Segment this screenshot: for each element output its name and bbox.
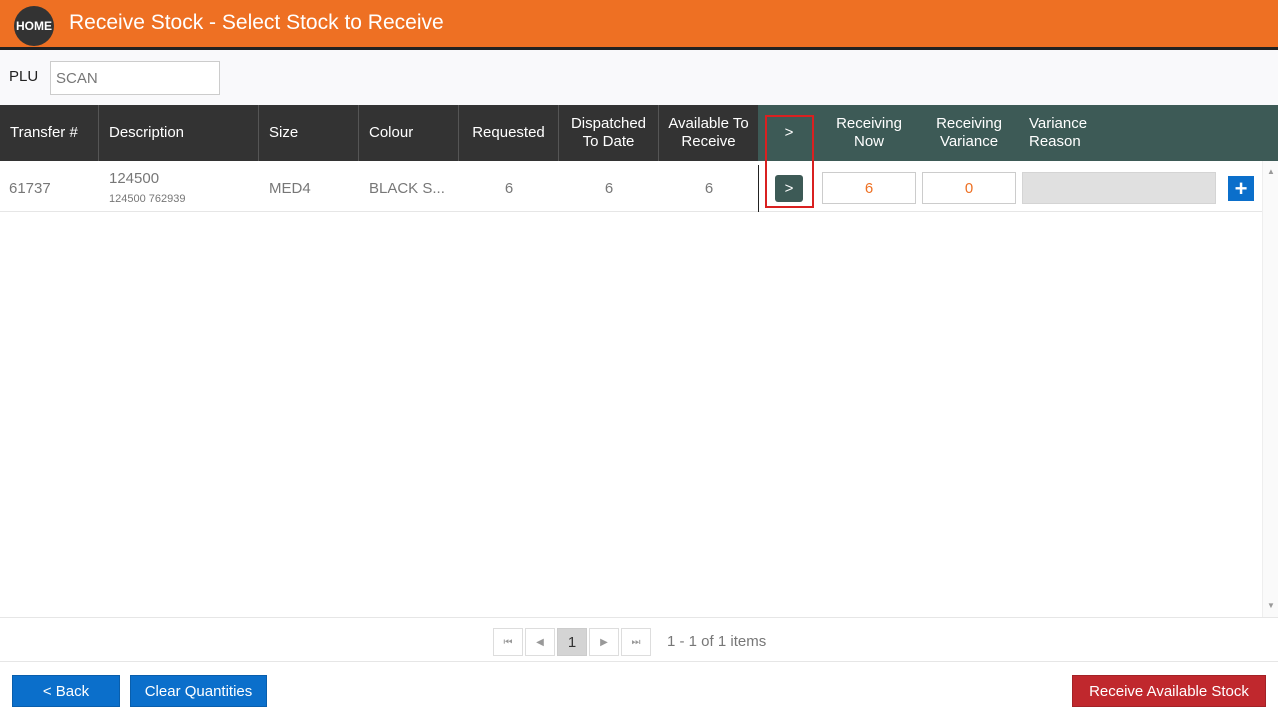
first-page-icon[interactable]: ⏮: [493, 628, 523, 656]
receiving-variance-input[interactable]: [922, 172, 1016, 204]
table-row[interactable]: 61737 124500 124500 762939 MED4 BLACK S.…: [0, 165, 1262, 212]
col-description[interactable]: Description: [99, 105, 259, 161]
prev-page-icon[interactable]: ◀: [525, 628, 555, 656]
next-page-icon[interactable]: ▶: [589, 628, 619, 656]
page-number-current[interactable]: 1: [557, 628, 587, 656]
app-header: HOME Receive Stock - Select Stock to Rec…: [0, 0, 1278, 50]
cell-description: 124500: [109, 170, 160, 187]
pager-info: 1 - 1 of 1 items: [667, 633, 767, 650]
plu-label: PLU: [9, 68, 39, 85]
col-transfer[interactable]: Transfer #: [0, 105, 99, 161]
vertical-scrollbar[interactable]: ▲ ▼: [1262, 161, 1278, 617]
col-colour[interactable]: Colour: [359, 105, 459, 161]
col-variance-reason-line2: Reason: [1029, 133, 1081, 150]
add-button[interactable]: +: [1228, 176, 1254, 201]
grid-header: Transfer # Description Size Colour Reque…: [0, 105, 1278, 161]
last-page-icon[interactable]: ⏭: [621, 628, 651, 656]
cell-transfer: 61737: [9, 180, 51, 197]
col-dispatched-line1: Dispatched: [570, 115, 647, 132]
cell-description-sub: 124500 762939: [109, 193, 186, 205]
col-receiving-now-line2: Now: [853, 133, 884, 150]
col-receiving-variance-line1: Receiving: [936, 115, 1002, 132]
col-variance-reason: Variance Reason: [1029, 105, 1149, 161]
col-receiving-now: Receiving Now: [820, 105, 918, 161]
col-available[interactable]: Available To Receive: [659, 105, 758, 161]
cell-requested: 6: [504, 180, 514, 197]
receive-all-button[interactable]: >: [775, 175, 803, 202]
cell-available: 6: [704, 180, 714, 197]
scroll-down-icon[interactable]: ▼: [1267, 601, 1275, 610]
col-receiving-variance-line2: Variance: [939, 133, 999, 150]
col-dispatched-line2: To Date: [582, 133, 635, 150]
pager: ⏮ ◀ 1 ▶ ⏭ 1 - 1 of 1 items: [0, 617, 1278, 662]
page-title: Receive Stock - Select Stock to Receive: [69, 11, 444, 34]
plu-scan-input[interactable]: [50, 61, 220, 95]
home-button[interactable]: HOME: [14, 6, 54, 46]
cell-dispatched: 6: [604, 180, 614, 197]
receive-available-stock-button[interactable]: Receive Available Stock: [1072, 675, 1266, 707]
col-size[interactable]: Size: [259, 105, 359, 161]
col-variance-reason-line1: Variance: [1029, 115, 1088, 132]
scroll-up-icon[interactable]: ▲: [1267, 167, 1275, 176]
row-divider: [758, 165, 759, 212]
cell-size: MED4: [269, 180, 311, 197]
col-receiving-now-line1: Receiving: [836, 115, 902, 132]
col-available-line2: Receive: [681, 133, 736, 150]
col-dispatched[interactable]: Dispatched To Date: [559, 105, 659, 161]
cell-colour: BLACK S...: [369, 180, 445, 197]
col-receiving-variance: Receiving Variance: [920, 105, 1018, 161]
receiving-now-input[interactable]: [822, 172, 916, 204]
col-requested[interactable]: Requested: [459, 105, 559, 161]
clear-quantities-button[interactable]: Clear Quantities: [130, 675, 267, 707]
back-button[interactable]: < Back: [12, 675, 120, 707]
plu-bar: PLU: [0, 50, 1278, 105]
variance-reason-select[interactable]: [1022, 172, 1216, 204]
col-available-line1: Available To: [668, 115, 749, 132]
